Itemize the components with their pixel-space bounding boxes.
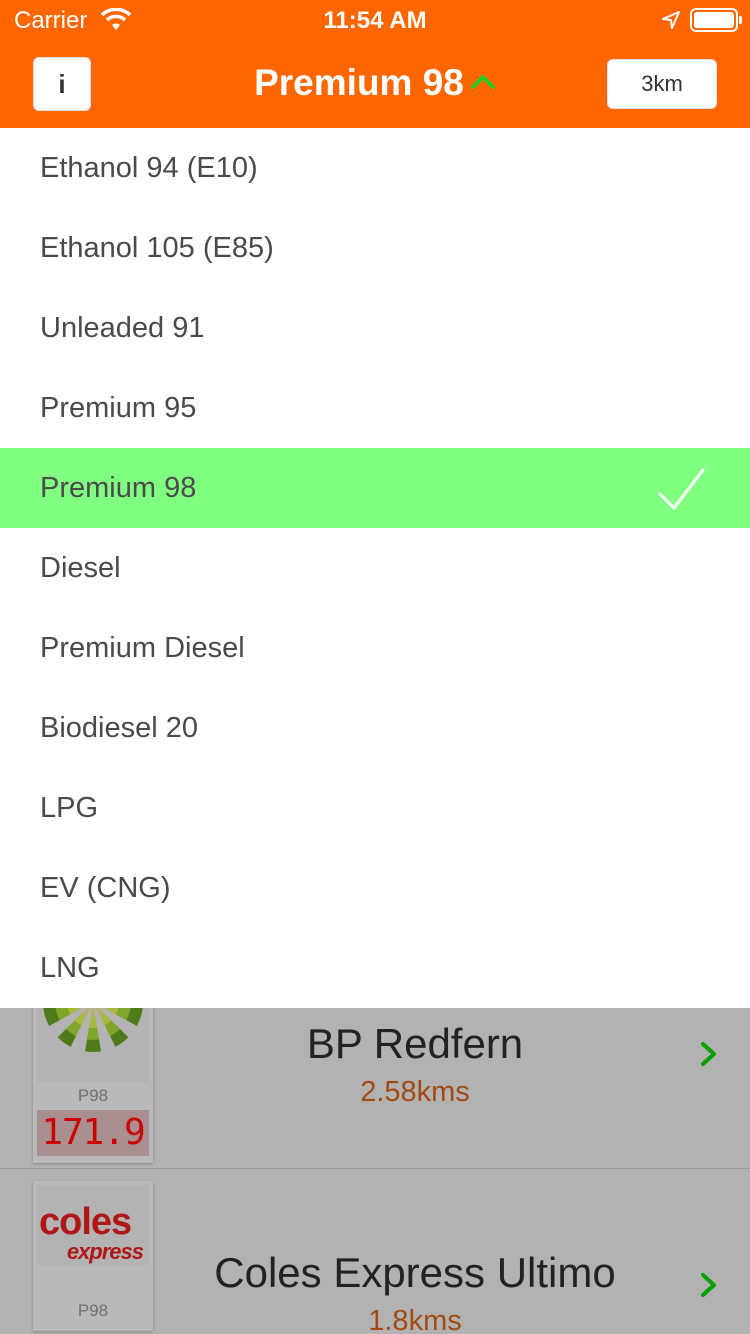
station-row[interactable]: coles express P98 Coles Express Ultimo 1… [0, 1168, 750, 1334]
fuel-option[interactable]: Biodiesel 20 [0, 688, 750, 768]
chevron-right-icon [701, 1273, 716, 1297]
nav-title: Premium 98 [254, 62, 464, 103]
fuel-option[interactable]: LNG [0, 928, 750, 1008]
fuel-option[interactable]: LPG [0, 768, 750, 848]
fuel-option[interactable]: Ethanol 94 (E10) [0, 128, 750, 208]
fuel-option[interactable]: Diesel [0, 528, 750, 608]
top-bar: Carrier 11:54 AM i Premium 98 3km [0, 0, 750, 128]
station-name: Coles Express Ultimo [214, 1249, 616, 1296]
fuel-code: P98 [77, 1301, 109, 1320]
chevron-up-icon [470, 75, 495, 89]
fuel-code: P98 [77, 1086, 109, 1105]
station-name: BP Redfern [306, 1020, 524, 1067]
coles-express-logo: coles express [37, 1185, 149, 1265]
fuel-option[interactable]: EV (CNG) [0, 848, 750, 928]
fuel-option[interactable]: Unleaded 91 [0, 288, 750, 368]
battery-icon [690, 8, 742, 32]
fuel-option[interactable]: Premium 95 [0, 368, 750, 448]
price-card: P98 171.9 [33, 1008, 153, 1163]
station-distance: 2.58kms [360, 1076, 470, 1108]
location-arrow-icon [662, 11, 680, 29]
fuel-option-selected[interactable]: Premium 98 [0, 448, 750, 528]
bp-logo [37, 1008, 149, 1082]
chevron-right-icon [701, 1042, 716, 1066]
price-card: coles express P98 [33, 1181, 153, 1331]
fuel-option[interactable]: Ethanol 105 (E85) [0, 208, 750, 288]
station-distance: 1.8kms [368, 1305, 462, 1334]
price-display: 171.9 [37, 1110, 149, 1156]
checkmark-icon [658, 468, 705, 510]
fuel-type-dropdown: Ethanol 94 (E10) Ethanol 105 (E85) Unlea… [0, 128, 750, 1008]
status-bar: Carrier 11:54 AM [0, 0, 750, 40]
station-list: P98 171.9 BP Redfern 2.58kms coles expre… [0, 1008, 750, 1334]
station-row[interactable]: P98 171.9 BP Redfern 2.58kms [0, 1008, 750, 1168]
distance-button[interactable]: 3km [607, 59, 717, 109]
fuel-option[interactable]: Premium Diesel [0, 608, 750, 688]
clock: 11:54 AM [323, 7, 427, 34]
